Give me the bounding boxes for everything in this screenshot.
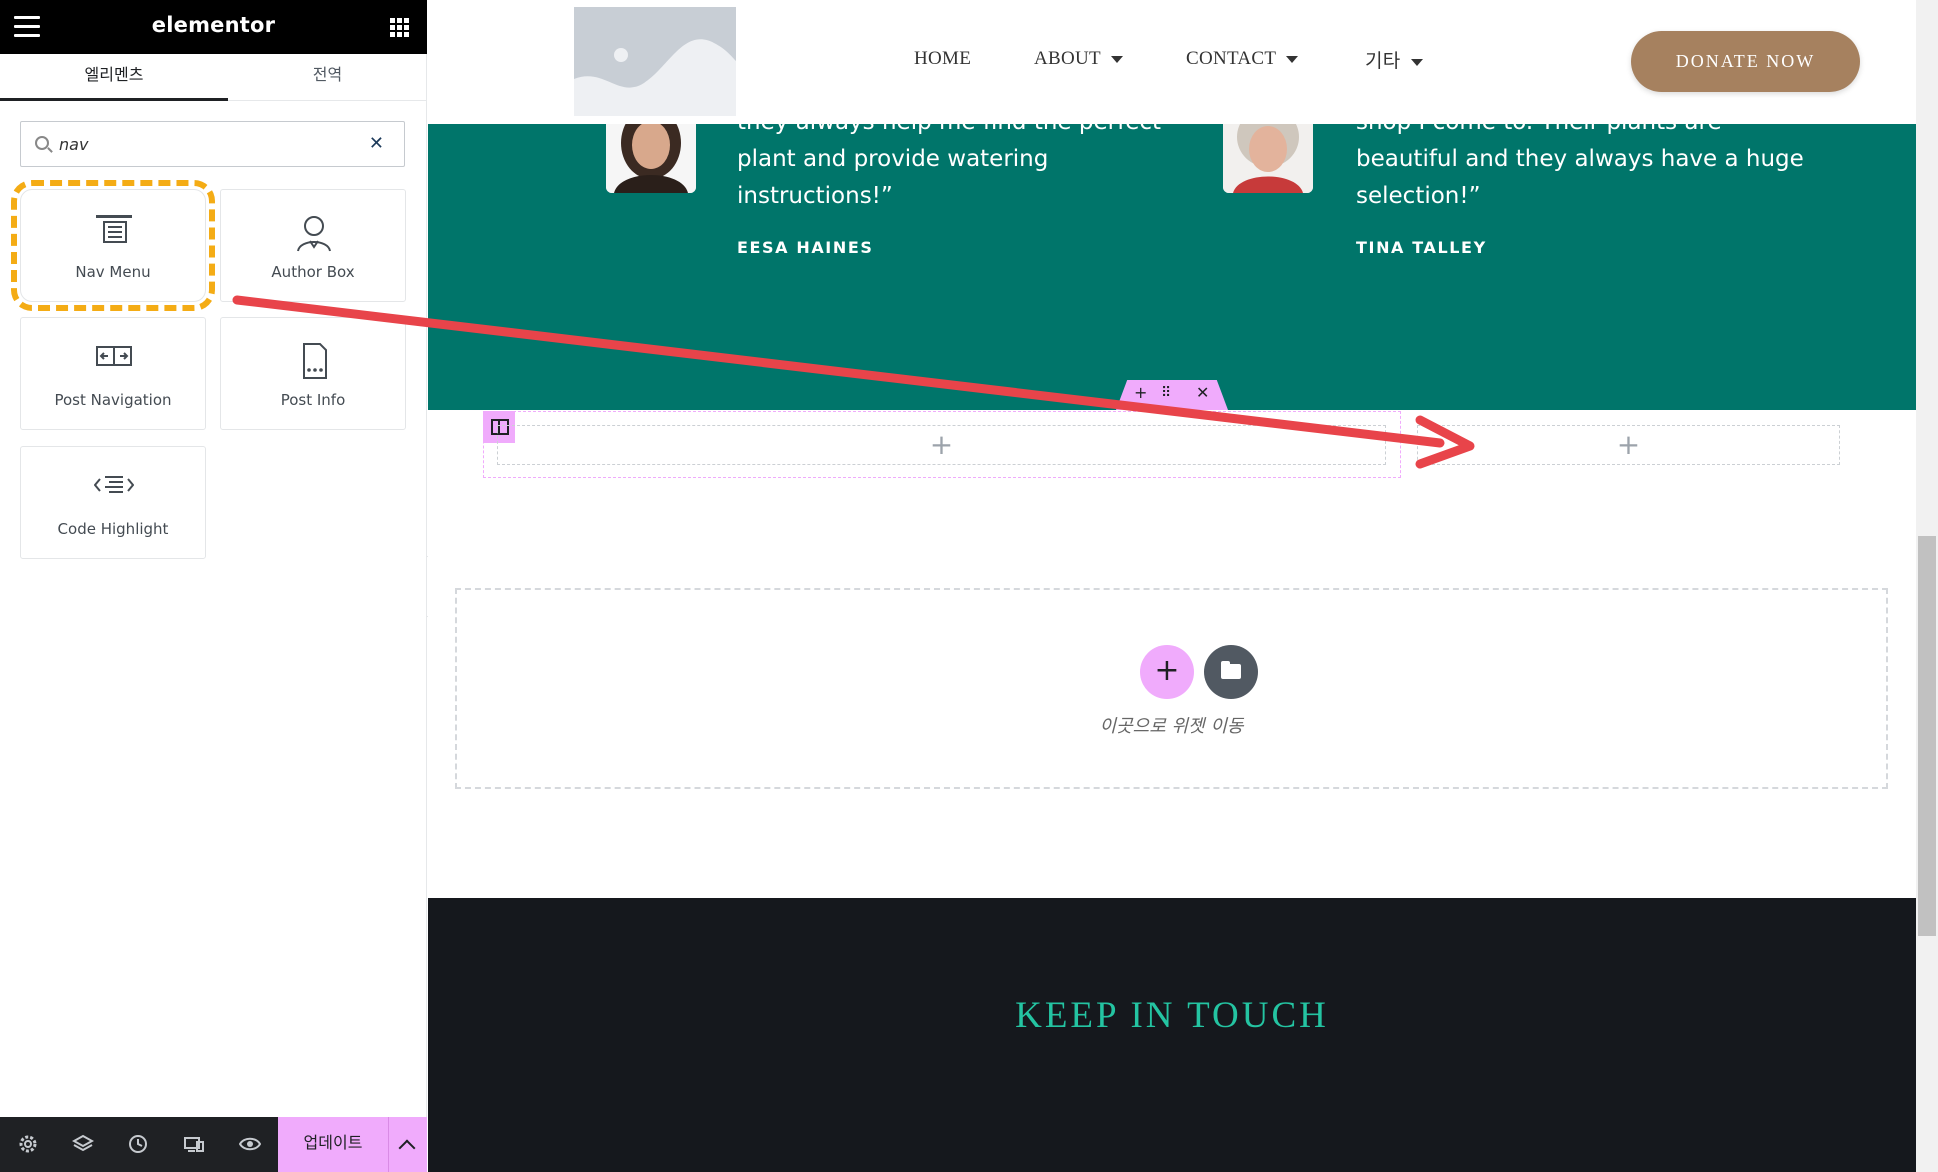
author-box-icon [297, 216, 331, 252]
search-icon [35, 136, 49, 150]
post-navigation-icon [96, 346, 132, 366]
widget-post-info[interactable]: Post Info [220, 317, 406, 430]
layers-icon[interactable] [72, 1133, 94, 1155]
nav-about[interactable]: ABOUT [1034, 48, 1123, 70]
column-dropzone-left[interactable]: + [497, 425, 1386, 465]
tab-global[interactable]: 전역 [228, 54, 427, 101]
add-widget-plus-icon[interactable]: + [1617, 430, 1640, 460]
history-icon[interactable] [127, 1133, 149, 1155]
caret-down-icon [1110, 56, 1123, 64]
widget-label: Nav Menu [75, 263, 151, 281]
clear-search-icon[interactable]: ✕ [369, 133, 384, 154]
add-section-icon[interactable]: + [1134, 383, 1147, 402]
site-footer: KEEP IN TOUCH [428, 898, 1916, 1172]
add-widget-plus-icon[interactable]: + [930, 430, 953, 460]
nav-contact[interactable]: CONTACT [1186, 48, 1299, 70]
post-info-icon [303, 343, 327, 379]
drag-handle-icon[interactable]: ⠿ [1161, 385, 1171, 401]
donate-now-button[interactable]: DONATE NOW [1631, 31, 1860, 92]
scrollbar-thumb[interactable] [1918, 536, 1936, 936]
add-new-section-button[interactable]: + [1140, 645, 1194, 699]
column-dropzone-right[interactable]: + [1417, 425, 1840, 465]
delete-section-icon[interactable]: ✕ [1196, 383, 1209, 402]
widget-nav-menu[interactable]: Nav Menu [11, 180, 215, 311]
widget-label: Post Info [280, 391, 346, 409]
editor-header: elementor [0, 0, 427, 54]
nav-home[interactable]: HOME [914, 48, 971, 70]
widget-search: ✕ [20, 121, 405, 167]
apps-grid-icon[interactable] [390, 18, 409, 37]
settings-gear-icon[interactable] [17, 1133, 39, 1155]
update-button[interactable]: 업데이트 [278, 1117, 388, 1172]
site-logo-placeholder[interactable] [574, 7, 736, 116]
widget-label: Code Highlight [57, 520, 169, 538]
responsive-mode-icon[interactable] [183, 1133, 205, 1155]
widget-label: Post Navigation [54, 391, 172, 409]
tab-elements[interactable]: 엘리멘츠 [0, 54, 228, 101]
editor-footer: 업데이트 [0, 1117, 427, 1172]
widget-code-highlight[interactable]: Code Highlight [20, 446, 206, 559]
code-highlight-icon [94, 476, 134, 493]
page-canvas: they always help me find the perfect pla… [428, 0, 1916, 1172]
update-options-chevron-icon[interactable] [388, 1117, 427, 1172]
widget-label: Author Box [271, 263, 355, 281]
testimonial-author: TINA TALLEY [1356, 238, 1487, 257]
caret-down-icon [1286, 56, 1299, 64]
widget-post-navigation[interactable]: Post Navigation [20, 317, 206, 430]
add-section-area: + 이곳으로 위젯 이동 [455, 588, 1888, 789]
widget-author-box[interactable]: Author Box [220, 189, 406, 302]
elementor-logo: elementor [151, 13, 276, 37]
nav-etc[interactable]: 기타 [1365, 46, 1423, 73]
canvas-scrollbar[interactable] [1916, 0, 1938, 1172]
widget-search-input[interactable] [59, 130, 359, 158]
section-handle[interactable]: + ⠿ ✕ [1116, 380, 1228, 410]
panel-tabs: 엘리멘츠 전역 [0, 54, 427, 101]
caret-down-icon [1410, 59, 1423, 67]
template-library-folder-icon[interactable] [1204, 645, 1258, 699]
dropzone-text: 이곳으로 위젯 이동 [1099, 716, 1244, 737]
nav-menu-icon [96, 215, 132, 243]
editor-sidebar: elementor 엘리멘츠 전역 ✕ Nav Menu Author Box [0, 0, 427, 1172]
preview-eye-icon[interactable] [239, 1133, 261, 1155]
footer-title: KEEP IN TOUCH [1015, 995, 1329, 1036]
site-header: HOME ABOUT CONTACT 기타 DONATE NOW [428, 0, 1916, 124]
testimonial-author: EESA HAINES [737, 238, 874, 257]
